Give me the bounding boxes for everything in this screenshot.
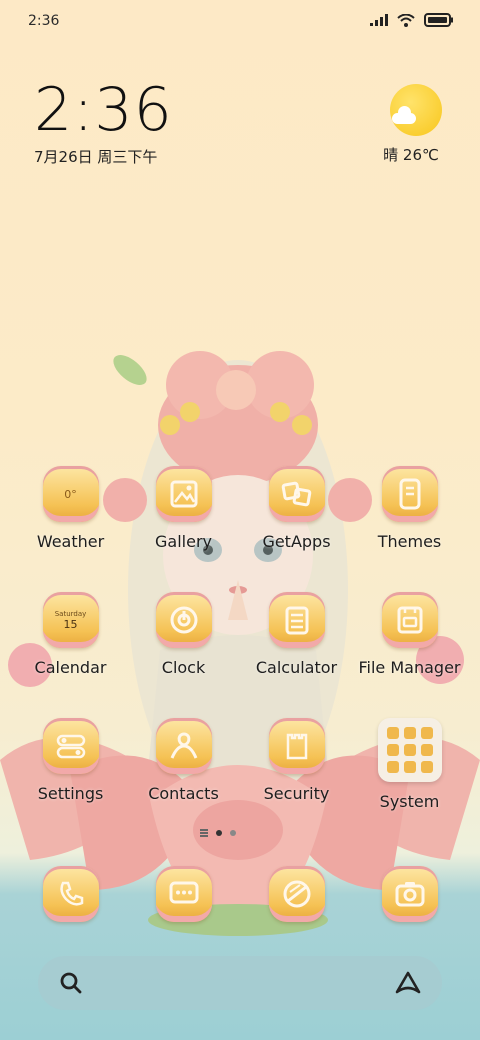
messages-icon bbox=[155, 866, 212, 922]
app-weather[interactable]: 0° Weather bbox=[14, 466, 127, 592]
app-row-1: 0° Weather Gallery GetApps Themes bbox=[14, 466, 466, 592]
app-label: System bbox=[379, 792, 440, 811]
calculator-icon bbox=[268, 592, 325, 648]
search-bar[interactable] bbox=[38, 956, 442, 1010]
settings-icon bbox=[42, 718, 99, 774]
app-row-2: Saturday 15 Calendar Clock Calculator Fi… bbox=[14, 592, 466, 718]
status-bar: 2:36 bbox=[0, 0, 480, 44]
weather-icon: 0° bbox=[42, 466, 99, 522]
page-indicator[interactable] bbox=[200, 830, 236, 836]
app-label: Calculator bbox=[255, 658, 338, 677]
dock-messages[interactable] bbox=[127, 866, 240, 922]
app-contacts[interactable]: Contacts bbox=[127, 718, 240, 844]
page-dot[interactable] bbox=[230, 830, 236, 836]
app-clock[interactable]: Clock bbox=[127, 592, 240, 718]
clock-icon bbox=[155, 592, 212, 648]
gallery-icon bbox=[155, 466, 212, 522]
dock-camera[interactable] bbox=[353, 866, 466, 922]
status-icons bbox=[370, 13, 454, 27]
widget-date: 7月26日 周三下午 bbox=[34, 148, 158, 166]
weather-icon-temp: 0° bbox=[64, 487, 77, 501]
dock-browser[interactable] bbox=[240, 866, 353, 922]
app-grid: 0° Weather Gallery GetApps Themes Saturd… bbox=[14, 466, 466, 844]
app-calendar[interactable]: Saturday 15 Calendar bbox=[14, 592, 127, 718]
getapps-icon bbox=[268, 466, 325, 522]
app-label: File Manager bbox=[358, 658, 461, 677]
app-themes[interactable]: Themes bbox=[353, 466, 466, 592]
signal-icon bbox=[370, 14, 388, 26]
app-label: Contacts bbox=[148, 784, 219, 803]
app-file-manager[interactable]: File Manager bbox=[353, 592, 466, 718]
contacts-icon bbox=[155, 718, 212, 774]
search-icon[interactable] bbox=[58, 970, 84, 996]
system-folder-icon bbox=[377, 718, 442, 782]
page-dot-active[interactable] bbox=[216, 830, 222, 836]
app-label: Weather bbox=[36, 532, 105, 551]
browser-icon bbox=[268, 866, 325, 922]
app-label: Gallery bbox=[155, 532, 212, 551]
file-manager-icon bbox=[381, 592, 438, 648]
app-row-3: Settings Contacts Security System bbox=[14, 718, 466, 844]
app-system-folder[interactable]: System bbox=[353, 718, 466, 844]
clock-widget[interactable]: 2:36 7月26日 周三下午 bbox=[34, 78, 173, 167]
app-label: GetApps bbox=[262, 532, 331, 551]
app-label: Settings bbox=[37, 784, 104, 803]
calendar-icon-date: 15 bbox=[63, 617, 78, 631]
app-settings[interactable]: Settings bbox=[14, 718, 127, 844]
widget-time: 2:36 bbox=[34, 75, 173, 145]
app-calculator[interactable]: Calculator bbox=[240, 592, 353, 718]
wifi-icon bbox=[397, 13, 415, 27]
app-list-page-icon[interactable] bbox=[200, 832, 208, 834]
assistant-icon[interactable] bbox=[394, 970, 422, 996]
app-label: Themes bbox=[377, 532, 442, 551]
dock bbox=[14, 866, 466, 922]
app-security[interactable]: Security bbox=[240, 718, 353, 844]
app-label: Clock bbox=[161, 658, 206, 677]
sunny-weather-icon bbox=[390, 84, 442, 136]
calendar-icon-day: Saturday bbox=[54, 609, 87, 618]
app-label: Calendar bbox=[34, 658, 107, 677]
security-icon bbox=[268, 718, 325, 774]
dock-phone[interactable] bbox=[14, 866, 127, 922]
phone-icon bbox=[42, 866, 99, 922]
themes-icon bbox=[381, 466, 438, 522]
status-time: 2:36 bbox=[28, 13, 60, 29]
calendar-icon: Saturday 15 bbox=[42, 592, 99, 648]
camera-icon bbox=[381, 866, 438, 922]
app-label: Security bbox=[263, 784, 330, 803]
app-getapps[interactable]: GetApps bbox=[240, 466, 353, 592]
app-gallery[interactable]: Gallery bbox=[127, 466, 240, 592]
battery-icon bbox=[424, 13, 453, 27]
weather-summary: 晴 26℃ bbox=[383, 146, 439, 164]
weather-widget[interactable]: 晴 26℃ bbox=[383, 84, 446, 165]
